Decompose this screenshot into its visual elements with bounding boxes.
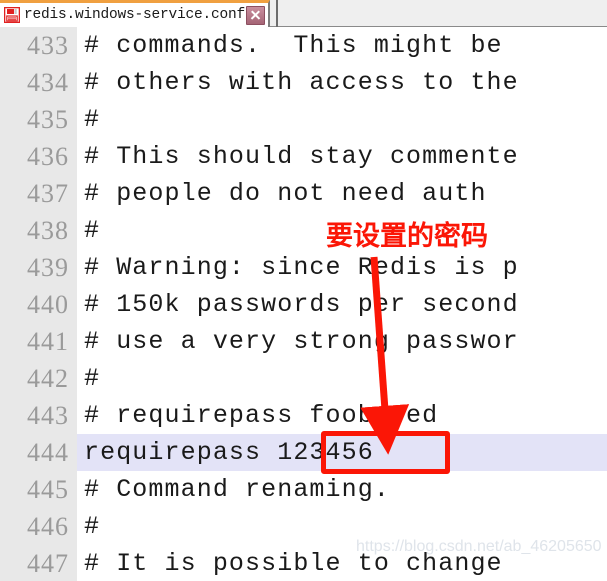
floppy-disk-icon (3, 6, 21, 24)
code-line[interactable]: 434 # others with access to the (0, 64, 607, 101)
code-text: # Command renaming. (84, 475, 390, 504)
code-text: requirepass 123456 (84, 438, 374, 467)
line-number: 445 (27, 475, 69, 504)
code-text: # 150k passwords per second (84, 290, 519, 319)
code-text: # (84, 105, 101, 134)
code-line[interactable]: 444 requirepass 123456 (0, 434, 607, 471)
line-number: 446 (27, 512, 69, 541)
code-line[interactable]: 439 # Warning: since Redis is p (0, 249, 607, 286)
code-line[interactable]: 435 # (0, 101, 607, 138)
line-number: 437 (27, 179, 69, 208)
code-text: # It is possible to change (84, 549, 503, 578)
line-number: 438 (27, 216, 69, 245)
code-text: # This should stay commente (84, 142, 519, 171)
line-number: 442 (27, 364, 69, 393)
code-line[interactable]: 440 # 150k passwords per second (0, 286, 607, 323)
code-text: # requirepass foobared (84, 401, 439, 430)
code-text: # commands. This might be (84, 31, 503, 60)
code-text: # (84, 216, 101, 245)
code-line[interactable]: 441 # use a very strong passwor (0, 323, 607, 360)
close-icon[interactable] (246, 5, 266, 25)
code-line[interactable]: 442 # (0, 360, 607, 397)
code-line[interactable]: 437 # people do not need auth (0, 175, 607, 212)
tab-title: redis.windows-service.conf (24, 7, 246, 23)
code-line[interactable]: 446 # (0, 508, 607, 545)
code-line[interactable]: 433 # commands. This might be (0, 27, 607, 64)
tab-separator (276, 0, 279, 27)
code-lines: 433 # commands. This might be 434 # others … (0, 27, 607, 581)
tab-redis-conf[interactable]: redis.windows-service.conf (0, 0, 271, 27)
code-text: # use a very strong passwor (84, 327, 519, 356)
tab-strip: redis.windows-service.conf (0, 0, 607, 27)
code-text: # (84, 364, 101, 393)
line-number: 439 (27, 253, 69, 282)
line-number: 435 (27, 105, 69, 134)
line-number: 440 (27, 290, 69, 319)
code-text: # Warning: since Redis is p (84, 253, 519, 282)
code-text: # people do not need auth (84, 179, 487, 208)
code-line[interactable]: 436 # This should stay commente (0, 138, 607, 175)
editor-window: redis.windows-service.conf 433 # commands… (0, 0, 607, 581)
code-line[interactable]: 443 # requirepass foobared (0, 397, 607, 434)
line-number: 434 (27, 68, 69, 97)
code-text: # (84, 512, 101, 541)
editor-body[interactable]: 433 # commands. This might be 434 # others … (0, 27, 607, 581)
code-line[interactable]: 438 # (0, 212, 607, 249)
line-number: 436 (27, 142, 69, 171)
line-number: 441 (27, 327, 69, 356)
line-number: 444 (0, 434, 69, 471)
code-line[interactable]: 445 # Command renaming. (0, 471, 607, 508)
line-number: 447 (27, 549, 69, 578)
code-text: # others with access to the (84, 68, 519, 97)
line-number: 443 (27, 401, 69, 430)
code-line[interactable]: 447 # It is possible to change (0, 545, 607, 581)
line-number: 433 (27, 31, 69, 60)
